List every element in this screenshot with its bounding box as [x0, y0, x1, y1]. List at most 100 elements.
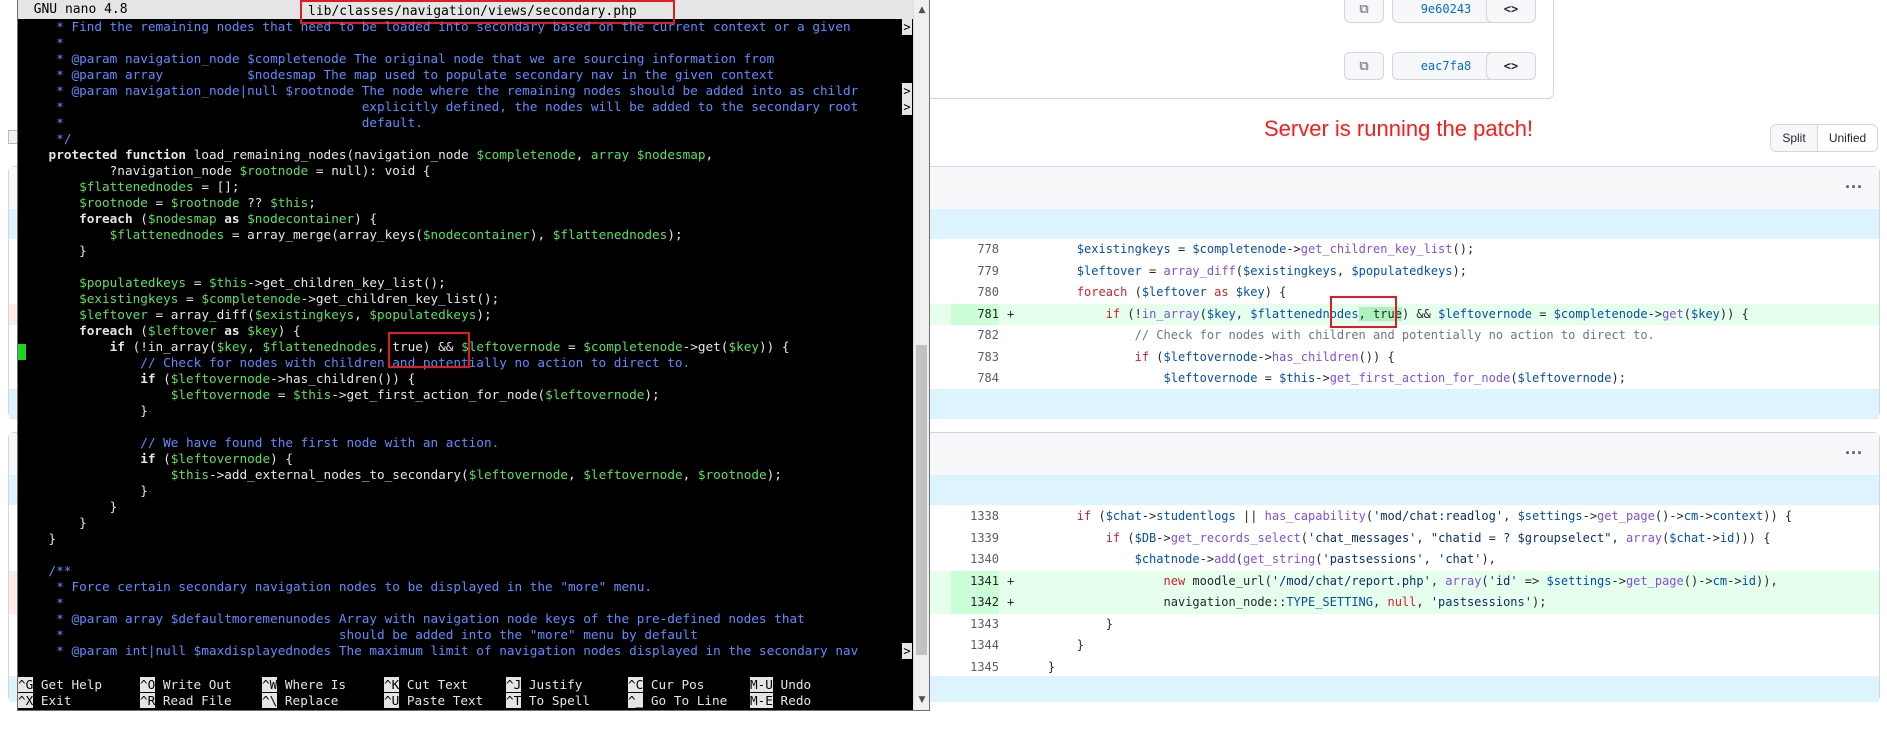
shortcut-key: ^J: [506, 677, 522, 692]
code-line: $populatedkeys = $this->get_children_key…: [79, 275, 446, 290]
copy-sha-button-2[interactable]: ⧉: [1344, 52, 1384, 80]
code-text: if ($DB->get_records_select('chat_messag…: [1105, 530, 1771, 545]
code-line: foreach ($nodesmap as $nodecontainer) {: [18, 211, 378, 226]
code-line: $flattenednodes = array_merge(array_keys…: [109, 227, 683, 242]
code-line: ?navigation_node $rootnode = null): void…: [18, 163, 431, 178]
shortcut-key: ^T: [506, 693, 522, 708]
scroll-down-arrow[interactable]: ▼: [914, 692, 930, 708]
code-line: * @param array $defaultmoremenunodes Arr…: [18, 611, 805, 626]
code-line: * should be added into the "more" menu b…: [18, 627, 698, 642]
line-number[interactable]: 1340: [951, 549, 999, 571]
line-number[interactable]: 780: [951, 282, 999, 304]
code-line: * @param navigation_node|null $rootnode …: [18, 83, 859, 98]
code-line: * @param navigation_node $completenode T…: [18, 51, 775, 66]
shortcut-label: Exit: [33, 693, 72, 708]
file-menu-icon[interactable]: ···: [1845, 443, 1863, 464]
line-number[interactable]: 1341: [951, 570, 999, 592]
browse-repo-button-1[interactable]: <>: [1486, 0, 1536, 23]
commit-sha-link-2[interactable]: eac7fa8: [1392, 52, 1500, 80]
line-number[interactable]: 1342: [951, 592, 999, 614]
split-left-marker: [9, 570, 17, 592]
code-line: protected function load_remaining_nodes(…: [18, 147, 714, 162]
code-line: // We have found the first node with an …: [18, 435, 500, 450]
nano-shortcut: ^_ Go To Line: [628, 693, 727, 709]
shortcut-key: ^X: [18, 693, 34, 708]
shortcut-label: Undo: [772, 677, 812, 692]
nano-shortcut: ^U Paste Text: [384, 693, 483, 709]
shortcut-key: ^O: [140, 677, 156, 692]
terminal-window[interactable]: GNU nano 4.8 lib/classes/navigation/view…: [18, 0, 929, 710]
nano-shortcut: ^T To Spell: [506, 693, 590, 709]
file-menu-icon[interactable]: ···: [1845, 177, 1863, 198]
split-view-toggle[interactable]: Split: [1770, 124, 1818, 152]
code-text: new moodle_url('/mod/chat/report.php', a…: [1163, 573, 1778, 588]
diff-marker: +: [1007, 573, 1015, 588]
shortcut-key: ^U: [384, 693, 400, 708]
scroll-up-arrow[interactable]: ▲: [914, 2, 930, 18]
unified-view-toggle[interactable]: Unified: [1817, 124, 1878, 152]
shortcut-label: Redo: [772, 693, 812, 708]
line-overflow-marker: >: [902, 643, 912, 659]
line-overflow-marker: >: [902, 19, 912, 35]
code-line: if ($leftovernode) {: [18, 451, 294, 466]
line-number[interactable]: 1338: [951, 506, 999, 528]
patch-status-banner: Server is running the patch!: [1264, 116, 1534, 141]
file-tree-toggle-icon[interactable]: [8, 130, 18, 144]
line-number[interactable]: 1339: [951, 528, 999, 550]
line-number[interactable]: 1343: [951, 614, 999, 636]
nano-shortcut: ^C Cur Pos: [628, 677, 704, 693]
nano-shortcut: M-U Undo: [750, 677, 811, 693]
line-number[interactable]: 779: [951, 261, 999, 283]
code-text: if ($chat->studentlogs || has_capability…: [1076, 509, 1793, 523]
diff-marker: +: [1007, 306, 1015, 321]
line-overflow-marker: >: [902, 99, 912, 115]
terminal-scrollbar[interactable]: ▲ ▼: [913, 0, 929, 710]
shortcut-key: ^R: [140, 693, 156, 708]
code-line: }: [18, 403, 148, 418]
code-line: * @param int|null $maxdisplayednodes The…: [18, 643, 859, 658]
shortcut-label: Replace: [277, 693, 339, 708]
code-text: $chatnode->add(get_string('pastsessions'…: [1134, 552, 1496, 566]
nano-shortcut: M-E Redo: [750, 693, 811, 709]
shortcut-key: ^K: [384, 677, 400, 692]
copy-sha-button-1[interactable]: ⧉: [1344, 0, 1384, 23]
line-number[interactable]: 781: [951, 303, 999, 325]
split-left-marker: [9, 592, 17, 614]
shortcut-key: M-U: [750, 677, 773, 692]
shortcut-key: ^\: [262, 693, 278, 708]
copy-icon: ⧉: [1359, 1, 1369, 17]
code-line: }: [18, 499, 118, 514]
code-text: }: [1019, 659, 1056, 674]
code-annotation-box: [388, 332, 470, 368]
nano-version: GNU nano 4.8: [18, 2, 128, 17]
highlight-annotation-box: [1330, 296, 1397, 328]
line-number[interactable]: 1344: [951, 635, 999, 657]
code-line: }: [18, 531, 57, 546]
line-number[interactable]: 784: [951, 368, 999, 390]
nano-shortcut-bar: ^G Get Help ^O Write Out ^W Where Is ^K Cut…: [18, 677, 913, 709]
nano-shortcut: ^R Read File: [140, 693, 232, 709]
code-text: navigation_node::TYPE_SETTING, null, 'pa…: [1019, 595, 1547, 609]
shortcut-label: Where Is: [277, 677, 347, 692]
line-number[interactable]: 778: [951, 239, 999, 261]
commit-sha-link-1[interactable]: 9e60243: [1392, 0, 1500, 23]
shortcut-label: Go To Line: [643, 693, 728, 708]
code-line: * @param array $nodesmap The map used to…: [18, 67, 775, 82]
nano-shortcut: ^J Justify: [506, 677, 582, 693]
nano-shortcut: ^W Where Is: [262, 677, 346, 693]
line-number[interactable]: 783: [951, 347, 999, 369]
code-text: }: [1019, 638, 1085, 652]
shortcut-label: To Spell: [521, 693, 591, 708]
shortcut-key: ^W: [262, 677, 278, 692]
scroll-thumb[interactable]: [916, 345, 927, 655]
line-number[interactable]: 1345: [951, 657, 999, 679]
line-number[interactable]: 782: [951, 325, 999, 347]
code-text: foreach ($leftover as $key) {: [1076, 285, 1287, 299]
code-text: $existingkeys = $completenode->get_child…: [1076, 242, 1475, 256]
browse-repo-button-2[interactable]: <>: [1486, 52, 1536, 80]
code-line: *: [18, 35, 64, 50]
code-text: $leftovernode = $this->get_first_action_…: [1163, 371, 1626, 385]
